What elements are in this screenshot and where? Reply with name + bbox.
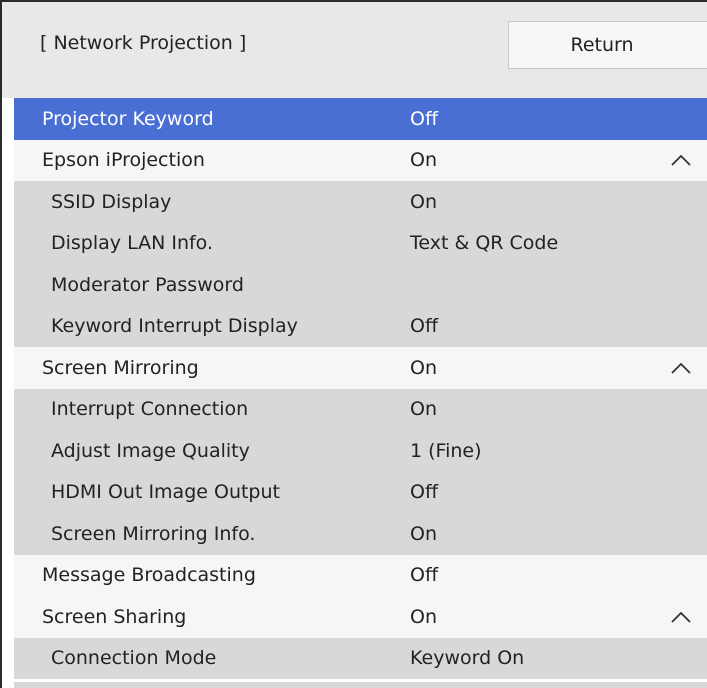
menu-row-label: Display LAN Info. [51,232,214,255]
menu-row[interactable]: Display LAN Info. Text & QR Code [14,222,707,264]
menu-row-value: On [410,149,437,172]
menu-row[interactable]: Screen Mirroring On [14,347,707,389]
menu-row-value: On [410,190,437,213]
menu-row[interactable]: SSID Display On [14,181,707,223]
menu-row-value: Off [410,564,439,587]
menu-row-label: Screen Sharing [42,605,187,628]
menu-row[interactable]: Connection Mode Keyword On [14,637,707,679]
menu-row[interactable]: Moderator Password [14,264,707,306]
chevron-up-icon[interactable] [670,361,692,375]
menu-title: [ Network Projection ] [40,32,247,54]
menu-row-label: Message Broadcasting [42,564,256,587]
menu-row[interactable]: Screen Sharing On [14,596,707,638]
return-button[interactable]: Return [508,21,707,69]
menu-row[interactable]: Projector Keyword Off [14,98,707,140]
menu-row[interactable]: Interrupt Connection On [14,388,707,430]
menu-row-value: On [410,605,437,628]
menu-row-value: Text & QR Code [410,232,559,255]
menu-row[interactable]: Message Broadcasting Off [14,554,707,596]
menu-row[interactable]: Screen Mirroring Info. On [14,513,707,555]
chevron-up-icon[interactable] [670,153,692,167]
menu-row-label: Screen Mirroring [42,356,199,379]
chevron-up-icon[interactable] [670,610,692,624]
menu-row-value: On [410,356,437,379]
menu-bottom-padding [14,682,707,688]
menu-row-value: Off [410,315,439,338]
menu-list: Projector Keyword Off Epson iProjection On S… [14,98,707,679]
menu-row-value: Keyword On [410,647,525,670]
menu-row-label: HDMI Out Image Output [51,481,280,504]
menu-row-value: On [410,522,437,545]
menu-row-label: Projector Keyword [42,107,214,130]
menu-row[interactable]: HDMI Out Image Output Off [14,471,707,513]
menu-row-value: Off [410,107,439,130]
menu-row-label: SSID Display [51,190,172,213]
menu-row[interactable]: Adjust Image Quality 1 (Fine) [14,430,707,472]
menu-row-label: Epson iProjection [42,149,205,172]
menu-row-value: On [410,398,437,421]
menu-row-label: Screen Mirroring Info. [51,522,256,545]
menu-row-label: Adjust Image Quality [51,439,250,462]
menu-row[interactable]: Keyword Interrupt Display Off [14,305,707,347]
menu-row-value: 1 (Fine) [410,439,482,462]
menu-row-value: Off [410,481,439,504]
network-projection-menu: [ Network Projection ] Return Projector … [0,0,707,688]
menu-row-label: Keyword Interrupt Display [51,315,298,338]
menu-header: [ Network Projection ] Return [2,2,707,98]
menu-row[interactable]: Epson iProjection On [14,139,707,181]
menu-row-label: Moderator Password [51,273,244,296]
menu-row-label: Connection Mode [51,647,217,670]
menu-row-label: Interrupt Connection [51,398,249,421]
